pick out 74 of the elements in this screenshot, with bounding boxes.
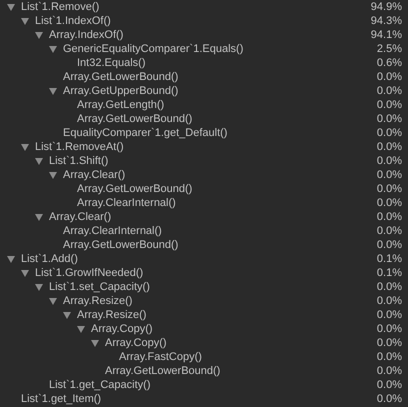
function-name[interactable]: List`1.get_Capacity() (49, 378, 150, 392)
expanded-triangle-icon[interactable] (21, 144, 29, 150)
function-name[interactable]: Array.GetLowerBound() (63, 238, 178, 252)
percentage: 0.0% (376, 392, 402, 406)
function-name[interactable]: Array.FastCopy() (119, 350, 202, 364)
percentage: 0.0% (376, 378, 402, 392)
percentage: 0.0% (376, 70, 402, 84)
function-name[interactable]: Array.Resize() (63, 294, 132, 308)
percentage: 0.0% (376, 84, 402, 98)
function-name[interactable]: Array.ClearInternal() (63, 224, 162, 238)
percentage: 0.0% (376, 364, 402, 378)
expanded-triangle-icon[interactable] (63, 312, 71, 318)
percentage: 0.0% (376, 98, 402, 112)
function-name[interactable]: Array.Clear() (49, 210, 112, 224)
function-name[interactable]: Array.GetLowerBound() (63, 70, 178, 84)
expanded-triangle-icon[interactable] (91, 340, 99, 346)
percentage: 0.0% (376, 308, 402, 322)
function-name[interactable]: Array.ClearInternal() (77, 196, 176, 210)
percentage: 0.0% (376, 140, 402, 154)
function-name[interactable]: Array.GetLowerBound() (77, 182, 192, 196)
percentage: 94.1% (370, 28, 402, 42)
percentage: 0.0% (376, 280, 402, 294)
percentage: 0.0% (376, 126, 402, 140)
percentage: 0.6% (376, 56, 402, 70)
expanded-triangle-icon[interactable] (35, 32, 43, 38)
percentage: 0.1% (376, 266, 402, 280)
function-name[interactable]: List`1.Shift() (49, 154, 108, 168)
percentage: 0.0% (376, 196, 402, 210)
function-name[interactable]: Array.IndexOf() (49, 28, 124, 42)
expanded-triangle-icon[interactable] (49, 172, 57, 178)
function-name[interactable]: Array.GetLength() (77, 98, 164, 112)
function-name[interactable]: List`1.IndexOf() (35, 14, 111, 28)
expanded-triangle-icon[interactable] (21, 18, 29, 24)
percentage: 0.0% (376, 336, 402, 350)
percentage: 94.3% (370, 14, 402, 28)
percentage: 0.0% (376, 210, 402, 224)
percentage: 0.0% (376, 350, 402, 364)
expanded-triangle-icon[interactable] (35, 214, 43, 220)
percentage: 0.0% (376, 112, 402, 126)
expanded-triangle-icon[interactable] (35, 284, 43, 290)
function-name[interactable]: List`1.GrowIfNeeded() (35, 266, 144, 280)
function-name[interactable]: Int32.Equals() (77, 56, 146, 70)
percentage: 0.0% (376, 322, 402, 336)
percentage: 0.0% (376, 238, 402, 252)
percentage: 2.5% (376, 42, 402, 56)
expanded-triangle-icon[interactable] (49, 88, 57, 94)
function-name[interactable]: EqualityComparer`1.get_Default() (63, 126, 228, 140)
expanded-triangle-icon[interactable] (21, 270, 29, 276)
function-name[interactable]: List`1.Add() (21, 252, 78, 266)
percentage: 0.1% (376, 252, 402, 266)
function-name[interactable]: Array.Copy() (91, 322, 153, 336)
function-name[interactable]: List`1.Remove() (21, 0, 100, 14)
function-name[interactable]: Array.GetLowerBound() (77, 112, 192, 126)
function-name[interactable]: Array.Clear() (63, 168, 126, 182)
expanded-triangle-icon[interactable] (7, 4, 15, 10)
function-name[interactable]: List`1.RemoveAt() (35, 140, 124, 154)
expanded-triangle-icon[interactable] (49, 46, 57, 52)
function-name[interactable]: Array.Copy() (105, 336, 167, 350)
expanded-triangle-icon[interactable] (77, 326, 85, 332)
function-name[interactable]: GenericEqualityComparer`1.Equals() (63, 42, 244, 56)
percentage: 0.0% (376, 168, 402, 182)
percentage: 0.0% (376, 224, 402, 238)
function-name[interactable]: Array.GetUpperBound() (63, 84, 178, 98)
expanded-triangle-icon[interactable] (49, 298, 57, 304)
function-name[interactable]: Array.Resize() (77, 308, 146, 322)
function-name[interactable]: List`1.set_Capacity() (49, 280, 150, 294)
percentage: 0.0% (376, 154, 402, 168)
percentage: 0.0% (376, 182, 402, 196)
expanded-triangle-icon[interactable] (35, 158, 43, 164)
function-name[interactable]: Array.GetLowerBound() (105, 364, 220, 378)
percentage: 0.0% (376, 294, 402, 308)
function-name[interactable]: List`1.get_Item() (21, 392, 102, 406)
expanded-triangle-icon[interactable] (7, 256, 15, 262)
percentage: 94.9% (370, 0, 402, 14)
